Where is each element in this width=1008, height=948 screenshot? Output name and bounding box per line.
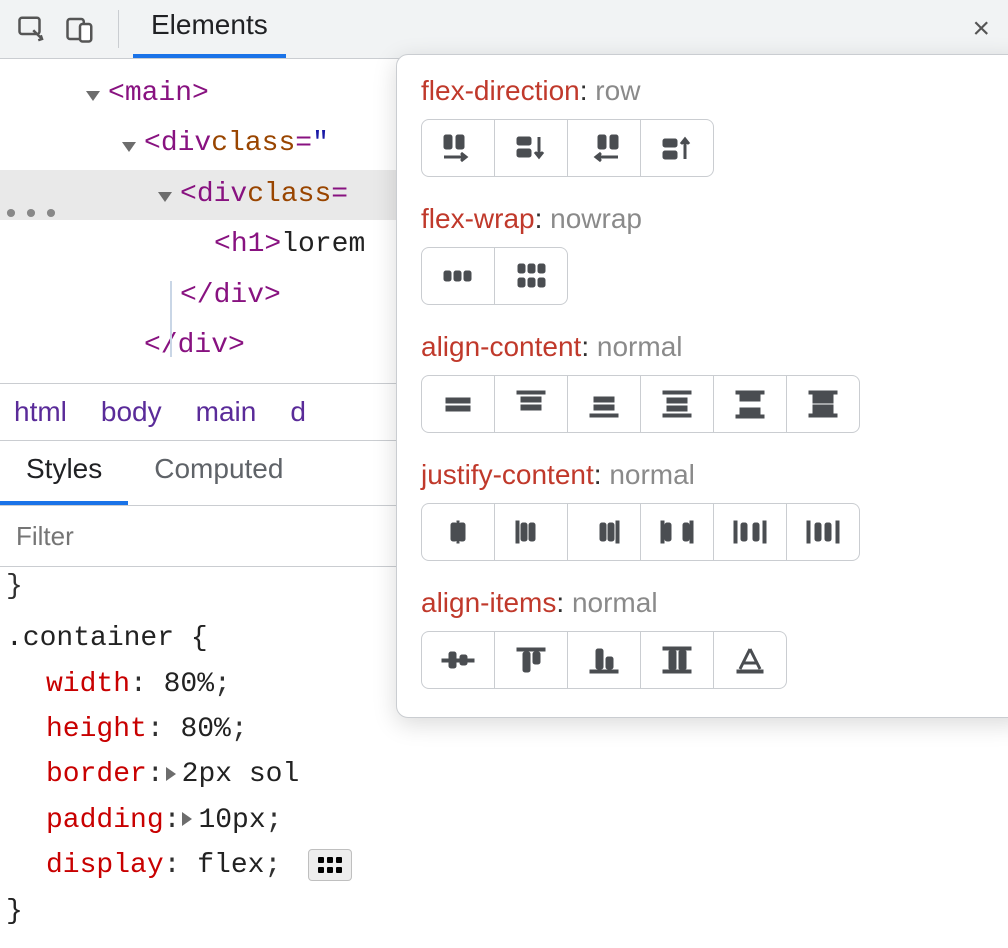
subtab-computed[interactable]: Computed [128,437,309,505]
section-align-content: align-content: normal [421,331,1001,433]
flex-direction-row-reverse[interactable] [568,119,641,177]
toolbar-divider [118,10,119,48]
justify-content-flex-start[interactable] [495,503,568,561]
expand-shorthand-icon[interactable] [166,767,176,781]
align-content-flex-start[interactable] [495,375,568,433]
align-items-baseline[interactable] [714,631,787,689]
panel-tabs: Elements [133,0,286,58]
align-content-stretch[interactable] [787,375,860,433]
crumb-main[interactable]: main [196,396,257,428]
flex-direction-row[interactable] [421,119,495,177]
crumb-body[interactable]: body [101,396,162,428]
flex-wrap-wrap[interactable] [495,247,568,305]
subtab-styles[interactable]: Styles [0,437,128,505]
expand-shorthand-icon[interactable] [182,812,192,826]
section-align-items: align-items: normal [421,587,1001,689]
disclosure-triangle-icon[interactable] [158,192,172,202]
align-content-center[interactable] [421,375,495,433]
disclosure-triangle-icon[interactable] [122,142,136,152]
rule-selector[interactable]: .container [6,623,174,654]
styles-filter-input[interactable] [0,506,403,566]
flexbox-editor-popover: flex-direction: row flex-wrap: nowrap al… [396,54,1008,718]
collapsed-ancestors-icon[interactable]: ••• [2,189,62,243]
close-devtools-button[interactable]: × [962,12,1000,46]
align-content-flex-end[interactable] [568,375,641,433]
section-justify-content: justify-content: normal [421,459,1001,561]
crumb-html[interactable]: html [14,396,67,428]
tree-thread-line [170,281,172,357]
align-items-flex-start[interactable] [495,631,568,689]
justify-content-space-evenly[interactable] [787,503,860,561]
decl-border[interactable]: border:2px sol [6,752,1008,797]
device-toolbar-button[interactable] [56,8,104,50]
section-flex-direction: flex-direction: row [421,75,1001,177]
align-items-center[interactable] [421,631,495,689]
section-flex-wrap: flex-wrap: nowrap [421,203,1001,305]
decl-display[interactable]: display: flex; [6,843,1008,888]
justify-content-space-around[interactable] [714,503,787,561]
inspect-element-button[interactable] [8,8,56,50]
justify-content-space-between[interactable] [641,503,714,561]
devtools-toolbar: Elements × [0,0,1008,59]
justify-content-flex-end[interactable] [568,503,641,561]
rule-close-brace: } [6,889,1008,934]
flex-direction-column[interactable] [495,119,568,177]
tab-elements[interactable]: Elements [133,0,286,58]
open-flexbox-editor-button[interactable] [308,849,352,881]
align-content-space-around[interactable] [641,375,714,433]
justify-content-center[interactable] [421,503,495,561]
decl-padding[interactable]: padding:10px; [6,798,1008,843]
flex-wrap-nowrap[interactable] [421,247,495,305]
align-content-space-between[interactable] [714,375,787,433]
crumb-div[interactable]: d [290,396,306,428]
align-items-stretch[interactable] [641,631,714,689]
flex-direction-column-reverse[interactable] [641,119,714,177]
disclosure-triangle-icon[interactable] [86,91,100,101]
align-items-flex-end[interactable] [568,631,641,689]
